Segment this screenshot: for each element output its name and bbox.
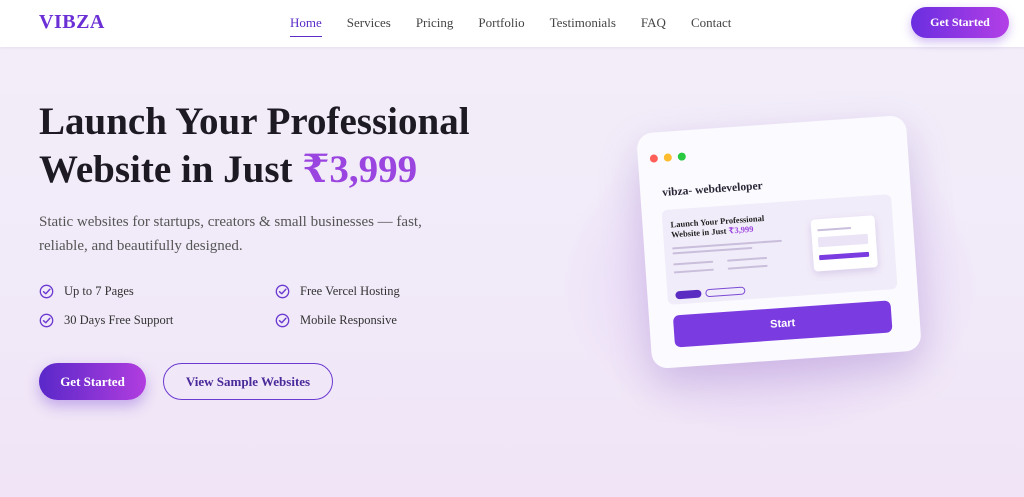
nav-get-started-button[interactable]: Get Started: [911, 7, 1009, 38]
hero-title-line2: Website in Just: [39, 148, 303, 191]
nav-link-services[interactable]: Services: [347, 15, 391, 31]
nav-link-home[interactable]: Home: [290, 15, 322, 37]
view-sample-websites-button[interactable]: View Sample Websites: [163, 363, 333, 400]
window-maximize-dot: [677, 152, 687, 161]
mockup-mini-outline-button: [705, 286, 746, 298]
feature-label: Up to 7 Pages: [64, 284, 134, 298]
window-close-dot: [649, 154, 659, 163]
feature-item: 30 Days Free Support: [39, 313, 173, 328]
mockup-text-line: [673, 260, 714, 266]
mockup-mini-bar: [819, 251, 870, 261]
check-circle-icon: [39, 313, 54, 328]
hero-get-started-button[interactable]: Get Started: [39, 363, 146, 400]
mockup-window-title: vibza- webdeveloper: [661, 180, 764, 200]
feature-label: 30 Days Free Support: [64, 313, 174, 327]
feature-label: Mobile Responsive: [300, 313, 397, 327]
mockup-preview-price: ₹3,999: [728, 223, 754, 236]
mockup-mini-panel: [817, 233, 869, 248]
mockup-text-line: [817, 226, 852, 232]
mockup-text-line: [727, 256, 768, 262]
nav-link-portfolio[interactable]: Portfolio: [478, 15, 524, 31]
vibza-logo[interactable]: VIBZA: [39, 11, 105, 34]
nav-link-pricing[interactable]: Pricing: [416, 15, 454, 31]
feature-item: Free Vercel Hosting: [275, 284, 400, 299]
check-circle-icon: [39, 284, 54, 299]
check-circle-icon: [275, 284, 290, 299]
window-minimize-dot: [663, 153, 673, 162]
nav-link-contact[interactable]: Contact: [691, 15, 731, 31]
hero-title-line1: Launch Your Professional: [39, 100, 470, 143]
hero-title: Launch Your Professional Website in Just…: [39, 98, 559, 194]
mockup-text-line: [673, 268, 714, 274]
nav-link-testimonials[interactable]: Testimonials: [550, 15, 616, 31]
top-navbar: VIBZA Home Services Pricing Portfolio Te…: [0, 0, 1024, 47]
nav-links: Home Services Pricing Portfolio Testimon…: [290, 15, 756, 37]
nav-link-faq[interactable]: FAQ: [641, 15, 666, 31]
feature-item: Up to 7 Pages: [39, 284, 134, 299]
feature-label: Free Vercel Hosting: [300, 284, 400, 298]
mockup-start-button[interactable]: Start: [672, 300, 893, 348]
hero-price: ₹3,999: [302, 148, 418, 191]
mockup-mini-card: [810, 215, 878, 272]
mockup-text-line: [727, 264, 768, 270]
mockup-mini-primary-button: [675, 289, 702, 300]
check-circle-icon: [275, 313, 290, 328]
feature-item: Mobile Responsive: [275, 313, 397, 328]
browser-mockup: vibza- webdeveloper Launch Your Professi…: [636, 114, 922, 370]
mockup-preview: Launch Your Professional Website in Just…: [661, 194, 898, 305]
mockup-preview-title: Launch Your Professional Website in Just…: [670, 211, 791, 239]
hero-subtitle: Static websites for startups, creators &…: [39, 214, 422, 254]
